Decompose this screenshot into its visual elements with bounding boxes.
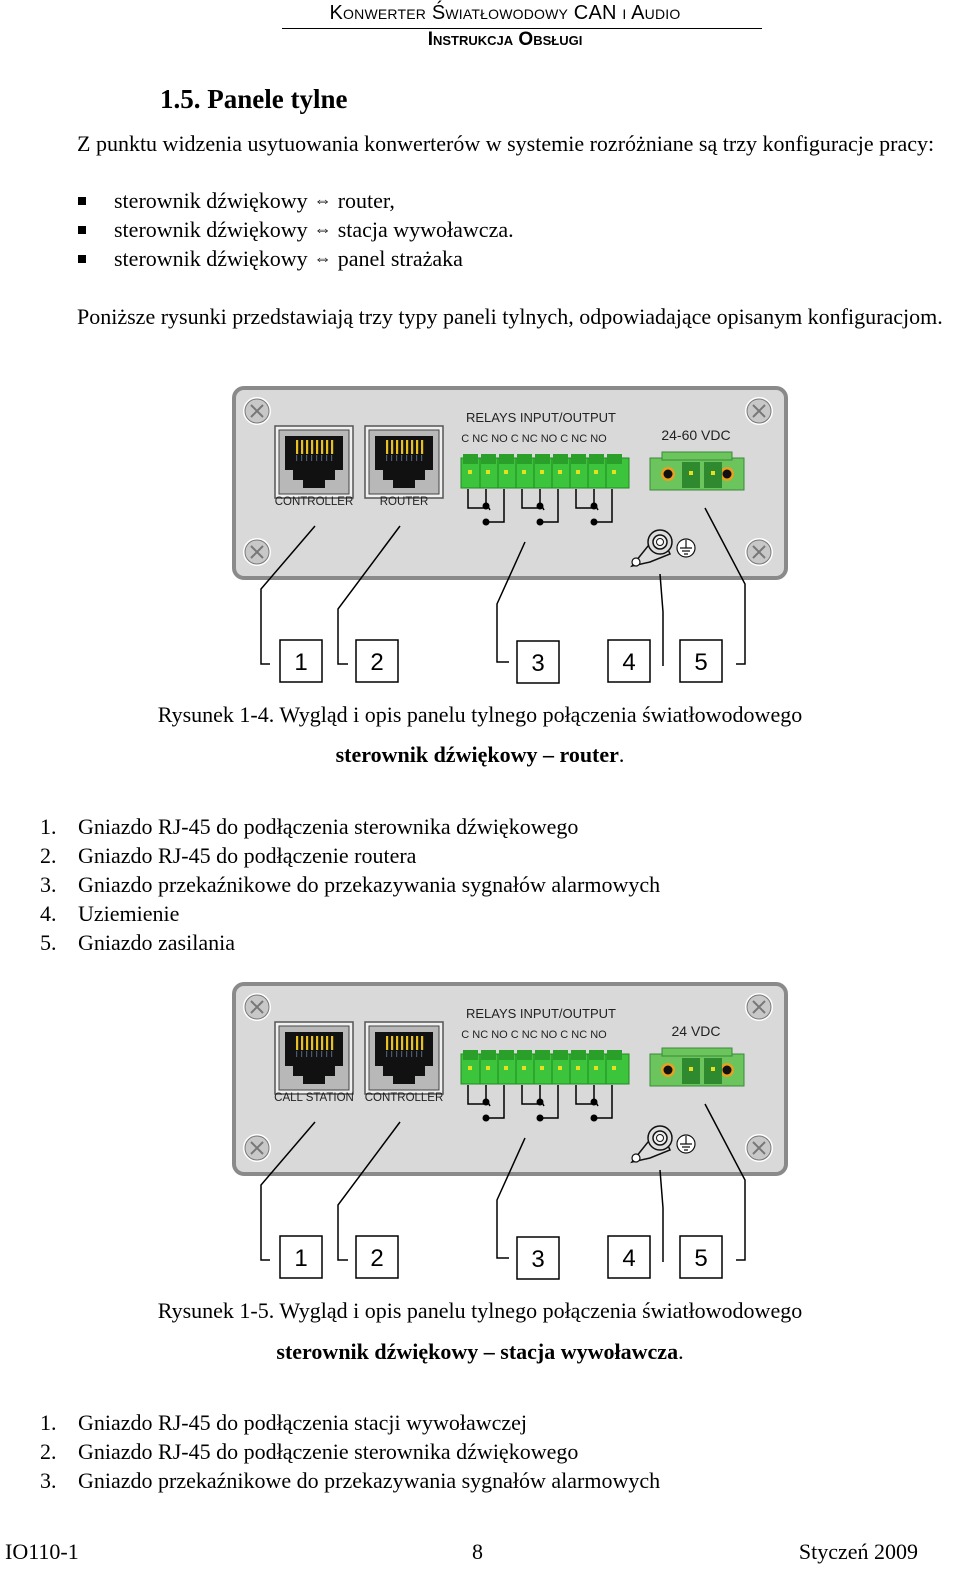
relay-pin-labels: C NC NO C NC NO C NC NO bbox=[461, 1029, 607, 1041]
document-header-title: Konwerter Światłowodowy CAN i Audio bbox=[329, 2, 681, 24]
screw-icon bbox=[243, 397, 271, 425]
figure-1-caption-title: sterownik dźwiękowy – router. bbox=[335, 742, 625, 767]
double-arrow-icon: ⇔ bbox=[313, 219, 332, 239]
config-list-item: sterownik dźwiękowy ⇔ router, bbox=[78, 186, 514, 215]
figure-2-caption-title: sterownik dźwiękowy – stacja wywoławcza. bbox=[276, 1339, 684, 1364]
callout-number: 1 bbox=[294, 1245, 307, 1272]
callout-box-1: 1 bbox=[279, 639, 323, 683]
callout-leader-line bbox=[659, 573, 664, 666]
legend-item: 1. Gniazdo RJ-45 do podłączenia stacji wy… bbox=[40, 1410, 528, 1435]
callout-box-1: 1 bbox=[279, 1235, 323, 1279]
rear-panel: CONTROLLER ROUTER RELAYS INPUT/OUTPUT C NC … bbox=[232, 386, 788, 684]
figures-intro-paragraph: Poniższe rysunki przedstawiają trzy typy… bbox=[77, 304, 943, 329]
port-label: CONTROLLER bbox=[275, 496, 354, 508]
intro-paragraph: Z punktu widzenia usytuowania konwerteró… bbox=[5, 129, 945, 158]
callout-box-3: 3 bbox=[516, 640, 560, 684]
double-arrow-icon: ⇔ bbox=[313, 248, 332, 268]
rj45-port-2: CONTROLLER bbox=[364, 1021, 444, 1104]
bullet-square-icon bbox=[78, 225, 86, 234]
rear-panel-figure-1: CONTROLLER ROUTER RELAYS INPUT/OUTPUT C NC … bbox=[232, 386, 788, 684]
callout-number: 4 bbox=[622, 649, 635, 676]
screw-icon bbox=[745, 993, 773, 1021]
relay-pin-labels: C NC NO C NC NO C NC NO bbox=[461, 433, 607, 445]
callout-box-2: 2 bbox=[355, 1235, 399, 1279]
document-header-subtitle: Instrukcja Obsługi bbox=[427, 29, 583, 50]
double-arrow-icon: ⇔ bbox=[313, 190, 332, 210]
callout-box-5: 5 bbox=[679, 1235, 723, 1279]
power-connector: 24-60 VDC bbox=[649, 427, 745, 491]
rj45-port-1: CONTROLLER bbox=[274, 425, 354, 508]
legend-item: 1. Gniazdo RJ-45 do podłączenia sterownik… bbox=[40, 814, 579, 839]
config-list-item: sterownik dźwiękowy ⇔ panel strażaka bbox=[78, 244, 514, 273]
callout-box-3: 3 bbox=[516, 1236, 560, 1280]
callout-box-4: 4 bbox=[607, 1235, 651, 1279]
figure-1-legend: 1. Gniazdo RJ-45 do podłączenia sterownik… bbox=[40, 812, 660, 957]
callout-leader-line bbox=[659, 1169, 664, 1262]
callout-number: 5 bbox=[694, 649, 707, 676]
bullet-square-icon bbox=[78, 196, 86, 205]
screw-icon bbox=[243, 993, 271, 1021]
intro-text: Z punktu widzenia usytuowania konwerteró… bbox=[77, 131, 935, 156]
callout-number: 3 bbox=[531, 650, 544, 677]
footer-doc-id: IO110-1 bbox=[5, 1539, 79, 1564]
port-label: CALL STATION bbox=[274, 1092, 354, 1104]
legend-item: 4. Uziemienie bbox=[40, 901, 180, 926]
figure-1-caption: Rysunek 1-4. Wygląd i opis panelu tylneg… bbox=[157, 702, 803, 727]
footer-page-number: 8 bbox=[472, 1539, 483, 1564]
rj45-port-1: CALL STATION bbox=[274, 1021, 354, 1104]
rear-panel: CALL STATION CONTROLLER RELAYS INPUT/OUTPU… bbox=[232, 982, 788, 1280]
screw-icon bbox=[243, 538, 271, 566]
bullet-square-icon bbox=[78, 254, 86, 263]
port-label: CONTROLLER bbox=[365, 1092, 444, 1104]
power-label: 24 VDC bbox=[671, 1023, 720, 1039]
callout-number: 2 bbox=[370, 649, 383, 676]
screw-icon bbox=[745, 1134, 773, 1162]
power-label: 24-60 VDC bbox=[661, 427, 730, 443]
screw-icon bbox=[243, 1134, 271, 1162]
legend-item: 3. Gniazdo przekaźnikowe do przekazywania… bbox=[40, 872, 661, 897]
footer-date: Styczeń 2009 bbox=[798, 1539, 918, 1564]
callout-number: 4 bbox=[622, 1245, 635, 1272]
config-list-item: sterownik dźwiękowy ⇔ stacja wywoławcza. bbox=[78, 215, 514, 244]
earth-ground-icon bbox=[676, 538, 696, 558]
screw-icon bbox=[745, 538, 773, 566]
legend-item: 3. Gniazdo przekaźnikowe do przekazywania… bbox=[40, 1468, 661, 1493]
legend-item: 5. Gniazdo zasilania bbox=[40, 930, 235, 955]
legend-item: 2. Gniazdo RJ-45 do podłączenie sterownik… bbox=[40, 1439, 579, 1464]
figure-2-legend: 1. Gniazdo RJ-45 do podłączenia stacji wy… bbox=[40, 1408, 660, 1495]
relays-title: RELAYS INPUT/OUTPUT bbox=[466, 410, 616, 425]
figure-2-caption: Rysunek 1-5. Wygląd i opis panelu tylneg… bbox=[157, 1298, 803, 1323]
callout-box-2: 2 bbox=[355, 639, 399, 683]
section-heading: 1.5. Panele tylne bbox=[160, 84, 348, 114]
callout-box-5: 5 bbox=[679, 639, 723, 683]
relays-title: RELAYS INPUT/OUTPUT bbox=[466, 1006, 616, 1021]
legend-item: 2. Gniazdo RJ-45 do podłączenie routera bbox=[40, 843, 417, 868]
callout-number: 2 bbox=[370, 1245, 383, 1272]
callout-number: 3 bbox=[531, 1246, 544, 1273]
earth-ground-icon bbox=[676, 1134, 696, 1154]
callout-box-4: 4 bbox=[607, 639, 651, 683]
rear-panel-figure-2: CALL STATION CONTROLLER RELAYS INPUT/OUTPU… bbox=[232, 982, 788, 1280]
callout-number: 1 bbox=[294, 649, 307, 676]
rj45-port-2: ROUTER bbox=[364, 425, 444, 508]
screw-icon bbox=[745, 397, 773, 425]
port-label: ROUTER bbox=[380, 496, 429, 508]
callout-number: 5 bbox=[694, 1245, 707, 1272]
config-list: sterownik dźwiękowy ⇔ router, sterownik … bbox=[78, 186, 514, 273]
